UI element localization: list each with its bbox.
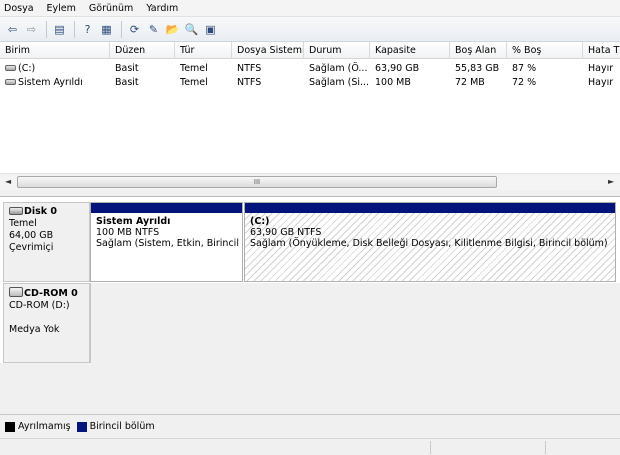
disk0-type: Temel xyxy=(9,218,37,229)
status-divider xyxy=(430,441,431,454)
back-arrow-icon[interactable]: ⇦ xyxy=(4,21,21,38)
disk0-size: 64,00 GB xyxy=(9,230,54,241)
hard-disk-icon xyxy=(9,207,23,215)
partition-status: Sağlam (Önyükleme, Disk Belleği Dosyası,… xyxy=(250,238,608,249)
col-dosya-sistemi[interactable]: Dosya Sistemi xyxy=(232,42,304,59)
toolbar: ⇦ ⇨ ▤ ? ▦ ⟳ ✎ 📂 🔍 ▣ xyxy=(0,17,620,42)
scroll-right-icon[interactable]: ► xyxy=(608,177,614,186)
col-birim[interactable]: Birim xyxy=(0,42,110,59)
partition-name: (C:) xyxy=(250,216,270,227)
scroll-left-icon[interactable]: ◄ xyxy=(5,177,11,186)
partition-size: 100 MB NTFS xyxy=(96,227,160,238)
partition-system-reserved[interactable]: Sistem Ayrıldı 100 MB NTFS Sağlam (Siste… xyxy=(90,202,243,282)
cell-kapasite: 100 MB xyxy=(375,77,411,88)
cell-tur: Temel xyxy=(180,77,208,88)
drive-icon xyxy=(5,65,16,71)
cdrom0-drive: CD-ROM (D:) xyxy=(9,300,70,311)
partition-status: Sağlam (Sistem, Etkin, Birincil bö xyxy=(96,238,242,249)
col-yuzde-bos[interactable]: % Boş xyxy=(507,42,583,59)
table-row[interactable]: (C:) Basit Temel NTFS Sağlam (Ö... 63,90… xyxy=(0,62,620,76)
cell-hata: Hayır xyxy=(588,63,614,74)
properties-sheet-icon[interactable]: ▣ xyxy=(202,21,219,38)
col-bos-alan[interactable]: Boş Alan xyxy=(450,42,507,59)
legend-item: Birincil bölüm xyxy=(76,421,155,432)
cell-tur: Temel xyxy=(180,63,208,74)
cell-dosya-sistemi: NTFS xyxy=(237,63,262,74)
cdrom0-area xyxy=(90,283,620,363)
partition-size: 63,90 GB NTFS xyxy=(250,227,322,238)
toolbar-separator xyxy=(46,20,47,38)
legend: Ayrılmamış Birincil bölüm xyxy=(0,414,620,438)
legend-label: Ayrılmamış xyxy=(18,421,71,432)
col-hata-toleransi[interactable]: Hata T xyxy=(583,42,620,59)
legend-swatch-unallocated xyxy=(5,421,15,432)
menu-yardim[interactable]: Yardım xyxy=(146,3,178,14)
disk0-status: Çevrimiçi xyxy=(9,242,54,253)
col-tur[interactable]: Tür xyxy=(175,42,232,59)
scrollbar-thumb[interactable]: III xyxy=(17,176,497,188)
properties-icon[interactable]: ▤ xyxy=(51,21,68,38)
forward-arrow-icon[interactable]: ⇨ xyxy=(23,21,40,38)
cell-durum: Sağlam (Si... xyxy=(309,77,370,88)
col-kapasite[interactable]: Kapasite xyxy=(370,42,450,59)
primary-partition-bar xyxy=(91,203,242,213)
cell-bos-alan: 55,83 GB xyxy=(455,63,500,74)
disk0-label[interactable]: Disk 0 Temel 64,00 GB Çevrimiçi xyxy=(3,202,90,282)
volume-list: Birim Düzen Tür Dosya Sistemi Durum Kapa… xyxy=(0,42,620,190)
help-icon[interactable]: ? xyxy=(79,21,96,38)
status-divider xyxy=(545,441,546,454)
col-durum[interactable]: Durum xyxy=(304,42,370,59)
drive-icon xyxy=(5,79,16,85)
toolbar-separator xyxy=(121,20,122,38)
cell-kapasite: 63,90 GB xyxy=(375,63,420,74)
legend-swatch-primary xyxy=(76,421,87,432)
primary-partition-bar xyxy=(245,203,615,213)
disk-graphical-view: Disk 0 Temel 64,00 GB Çevrimiçi Sistem A… xyxy=(0,197,620,414)
rescan-icon[interactable]: ✎ xyxy=(145,21,162,38)
disk0-title: Disk 0 xyxy=(24,206,58,217)
table-row[interactable]: Sistem Ayrıldı Basit Temel NTFS Sağlam (… xyxy=(0,76,620,90)
pane-splitter[interactable] xyxy=(0,190,620,197)
refresh-icon[interactable]: ⟳ xyxy=(126,21,143,38)
partition-name: Sistem Ayrıldı xyxy=(96,216,171,227)
legend-item: Ayrılmamış xyxy=(5,421,71,432)
toolbar-separator xyxy=(74,20,75,38)
col-duzen[interactable]: Düzen xyxy=(110,42,175,59)
status-bar xyxy=(0,438,620,455)
cell-yuzde-bos: 87 % xyxy=(512,63,537,74)
cdrom0-status: Medya Yok xyxy=(9,324,60,335)
search-icon[interactable]: 🔍 xyxy=(183,21,200,38)
horizontal-scrollbar[interactable]: ◄ III ► xyxy=(0,173,620,190)
cell-duzen: Basit xyxy=(115,63,139,74)
menu-dosya[interactable]: Dosya xyxy=(4,3,34,14)
cell-durum: Sağlam (Ö... xyxy=(309,63,368,74)
cell-duzen: Basit xyxy=(115,77,139,88)
cdrom0-title: CD-ROM 0 xyxy=(24,288,78,299)
cell-dosya-sistemi: NTFS xyxy=(237,77,262,88)
console-icon[interactable]: ▦ xyxy=(98,21,115,38)
cell-birim: (C:) xyxy=(18,63,36,74)
cell-birim: Sistem Ayrıldı xyxy=(18,77,83,88)
legend-label: Birincil bölüm xyxy=(89,421,155,432)
cell-yuzde-bos: 72 % xyxy=(512,77,537,88)
menu-eylem[interactable]: Eylem xyxy=(47,3,76,14)
open-folder-icon[interactable]: 📂 xyxy=(164,21,181,38)
partition-c-drive[interactable]: (C:) 63,90 GB NTFS Sağlam (Önyükleme, Di… xyxy=(244,202,616,282)
cell-bos-alan: 72 MB xyxy=(455,77,485,88)
column-header: Birim Düzen Tür Dosya Sistemi Durum Kapa… xyxy=(0,42,620,59)
cell-hata: Hayır xyxy=(588,77,614,88)
menu-gorunum[interactable]: Görünüm xyxy=(89,3,133,14)
cd-drive-icon xyxy=(9,287,23,297)
graph-empty-area xyxy=(0,363,620,414)
menu-bar: Dosya Eylem Görünüm Yardım xyxy=(0,0,620,17)
cdrom0-label[interactable]: CD-ROM 0 CD-ROM (D:) Medya Yok xyxy=(3,283,90,363)
